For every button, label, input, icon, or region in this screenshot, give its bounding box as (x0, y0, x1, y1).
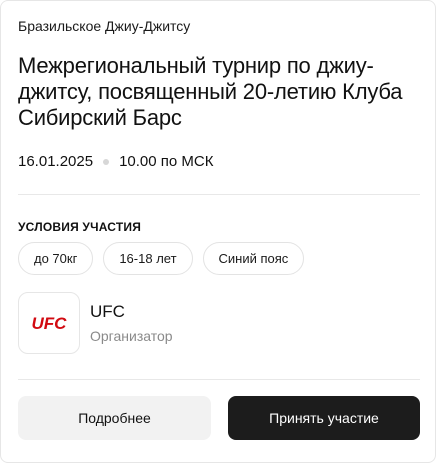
event-date: 16.01.2025 (18, 153, 94, 170)
organizer: UFC UFC Организатор (18, 292, 173, 354)
event-title: Межрегиональный турнир по джиу-джитсу, п… (18, 53, 403, 130)
join-button[interactable]: Принять участие (228, 396, 420, 440)
event-time: 10.00 по МСК (119, 153, 214, 170)
chip-age: 16-18 лет (103, 242, 193, 275)
event-card: Бразильское Джиу-Джитсу Межрегиональный … (0, 0, 436, 463)
separator-dot (103, 159, 110, 165)
conditions-heading: УСЛОВИЯ УЧАСТИЯ (18, 220, 142, 234)
sport-category: Бразильское Джиу-Джитсу (18, 18, 191, 34)
chip-belt: Синий пояс (202, 242, 305, 275)
ufc-logo-icon: UFC (32, 314, 68, 333)
divider (18, 194, 420, 195)
chip-weight: до 70кг (18, 242, 94, 275)
organizer-info: UFC Организатор (90, 301, 173, 345)
divider (18, 379, 420, 380)
organizer-role: Организатор (90, 328, 173, 344)
ufc-logo-text: UFC (32, 314, 68, 333)
event-datetime: 16.01.2025 10.00 по МСК (18, 152, 213, 172)
details-button[interactable]: Подробнее (18, 396, 211, 440)
conditions-chips: до 70кг 16-18 лет Синий пояс (18, 242, 305, 275)
organizer-logo: UFC (18, 292, 80, 354)
organizer-name: UFC (90, 302, 125, 321)
